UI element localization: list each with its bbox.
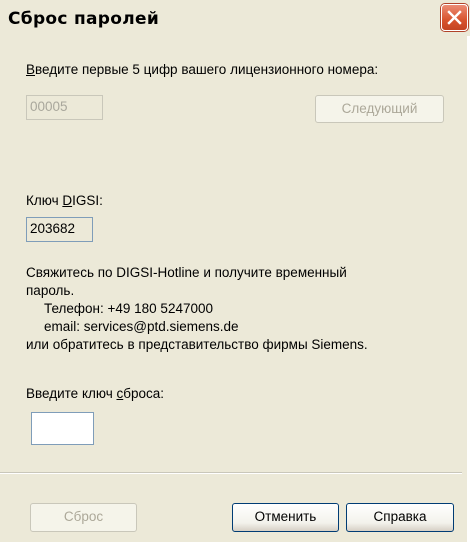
contact-line-1: Свяжитесь по DIGSI-Hotline и получите вр… (26, 265, 347, 280)
license-prompt: Введите первые 5 цифр вашего лицензионно… (26, 62, 378, 77)
contact-line-5: или обратитесь в представительство фирмы… (26, 337, 368, 352)
reset-key-label-pre: Введите ключ (26, 386, 117, 401)
close-icon (447, 10, 462, 25)
contact-phone: Телефон: +49 180 5247000 (44, 301, 213, 316)
digsi-label-mnemonic: D (62, 193, 73, 208)
reset-key-label: Введите ключ сброса: (26, 386, 164, 401)
close-button[interactable] (441, 4, 468, 31)
digsi-key-label: Ключ DIGSI: (26, 193, 103, 208)
license-number-field: 00005 (26, 95, 103, 120)
contact-line-2: пароль. (26, 283, 75, 298)
digsi-label-pre: Ключ (26, 193, 63, 208)
reset-key-label-post: броса: (123, 386, 165, 401)
footer-divider (0, 472, 462, 474)
reset-password-dialog: Сброс паролей Введите первые 5 цифр ваше… (0, 0, 470, 542)
digsi-key-field[interactable]: 203682 (26, 217, 93, 242)
cancel-button[interactable]: Отменить (232, 503, 339, 532)
reset-button: Сброс (30, 503, 137, 532)
title-bar[interactable]: Сброс паролей (0, 0, 470, 36)
digsi-label-post: IGSI: (72, 193, 103, 208)
help-button[interactable]: Справка (346, 503, 454, 532)
license-prompt-text: ведите первые 5 цифр вашего лицензионног… (35, 62, 379, 77)
contact-email: email: services@ptd.siemens.de (44, 319, 239, 334)
license-prompt-mnemonic: В (26, 62, 36, 77)
dialog-title: Сброс паролей (8, 9, 160, 29)
next-button: Следующий (315, 95, 444, 123)
reset-key-input[interactable] (31, 412, 94, 445)
